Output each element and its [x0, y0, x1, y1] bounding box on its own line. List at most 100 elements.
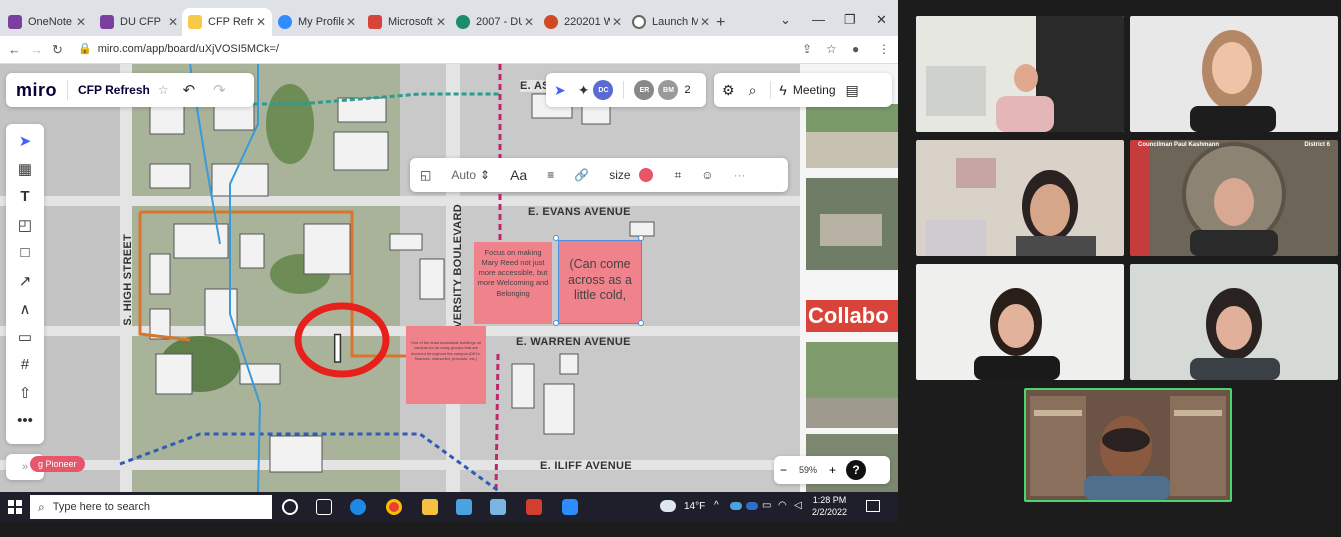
text-tool-icon[interactable]: T — [6, 188, 44, 205]
forward-icon[interactable]: → — [30, 42, 43, 57]
video-tile-participant[interactable] — [1130, 264, 1338, 380]
align-icon[interactable]: ≡ — [547, 168, 554, 182]
new-tab-button[interactable]: + — [716, 14, 725, 32]
settings-sliders-icon[interactable]: ⚙ — [722, 82, 735, 99]
redo-icon[interactable]: ↷ — [213, 81, 226, 99]
tab-my-profile[interactable]: My Profile ✕ — [272, 8, 362, 36]
tab-microsoft[interactable]: Microsoft ✕ — [362, 8, 452, 36]
board-title[interactable]: CFP Refresh — [78, 83, 150, 97]
templates-icon[interactable]: ▦ — [6, 160, 44, 178]
video-tile-participant[interactable] — [916, 16, 1124, 132]
video-tile-councilman[interactable]: Councilman Paul Kashmann District 6 — [1130, 140, 1338, 256]
close-icon[interactable]: ✕ — [168, 15, 178, 29]
close-icon[interactable]: ✕ — [76, 15, 86, 29]
video-tile-participant[interactable] — [1130, 16, 1338, 132]
color-swatch[interactable] — [638, 168, 653, 182]
video-tile-active-speaker[interactable] — [1024, 388, 1232, 502]
more-tools-icon[interactable]: ••• — [6, 412, 44, 429]
close-icon[interactable]: ✕ — [346, 15, 356, 29]
url-field[interactable]: 🔒 miro.com/app/board/uXjVOSI5MCk=/ — [78, 42, 279, 55]
close-icon[interactable]: ✕ — [700, 15, 710, 29]
tab-du-cfp[interactable]: DU CFP ✕ — [94, 8, 184, 36]
app-icon[interactable] — [456, 499, 472, 515]
notes-icon[interactable]: ▤ — [846, 82, 859, 99]
sticky-note-icon[interactable]: ◰ — [6, 216, 44, 234]
windows-start-icon[interactable] — [8, 500, 22, 514]
connector-icon[interactable]: ↗ — [6, 272, 44, 290]
lightning-icon[interactable]: ϟ — [779, 82, 786, 98]
sticky-shape-icon[interactable]: ◱ — [420, 168, 431, 182]
comment-icon[interactable]: ▭ — [6, 328, 44, 346]
sticky-note-accessibility[interactable]: One of the least accessible buildings on… — [406, 326, 486, 404]
acrobat-icon[interactable] — [526, 499, 542, 515]
close-icon[interactable]: ✕ — [436, 15, 446, 29]
video-tile-participant[interactable] — [916, 264, 1124, 380]
tab-220201[interactable]: 220201 W ✕ — [538, 8, 628, 36]
emoji-icon[interactable]: ☺ — [701, 168, 713, 182]
back-icon[interactable]: ← — [8, 42, 21, 57]
share-icon[interactable]: ⇪ — [802, 42, 812, 56]
link-icon[interactable]: 🔗 — [574, 168, 589, 182]
notification-icon[interactable] — [866, 500, 880, 512]
sticky-note-welcoming[interactable]: Focus on making Mary Reed not just more … — [474, 242, 552, 324]
tab-2007-du[interactable]: 2007 - DU ✕ — [450, 8, 540, 36]
weather-temp[interactable]: 14°F — [684, 501, 705, 512]
select-tool-icon[interactable]: ➤ — [6, 132, 44, 150]
folder-icon[interactable] — [422, 499, 438, 515]
cortana-icon[interactable] — [282, 499, 298, 515]
resize-handle[interactable] — [638, 235, 644, 241]
zoom-out-button[interactable]: − — [780, 463, 787, 477]
avatar[interactable]: ER — [634, 80, 655, 100]
chrome-icon[interactable] — [386, 499, 402, 515]
onedrive-icon[interactable] — [730, 502, 742, 510]
frame-icon[interactable]: # — [6, 356, 44, 373]
miro-board-canvas[interactable]: I Collabo E. AS E. EVANS AVENUE E. WARRE… — [0, 64, 898, 492]
tab-cfp-refresh[interactable]: CFP Refresh ✕ — [182, 8, 272, 36]
font-size-mode[interactable]: Auto — [451, 168, 476, 182]
edge-icon[interactable] — [350, 499, 366, 515]
volume-icon[interactable]: ◁ — [794, 500, 802, 511]
tab-search-icon[interactable]: ⌄ — [780, 12, 791, 28]
onedrive-business-icon[interactable] — [746, 502, 758, 510]
sticky-note-selected[interactable]: (Can come across as a little cold, — [558, 240, 642, 324]
calculator-icon[interactable] — [490, 499, 506, 515]
miro-logo[interactable]: miro — [16, 80, 57, 101]
avatar[interactable]: DC — [593, 80, 614, 100]
cursor-icon[interactable]: ➤ — [554, 82, 566, 99]
tag-icon[interactable]: ⌗ — [675, 168, 682, 183]
network-icon[interactable]: ▭ — [762, 500, 771, 511]
stepper-icon[interactable]: ⇕ — [480, 168, 490, 182]
taskbar-clock[interactable]: 1:28 PM 2/2/2022 — [812, 494, 847, 518]
chevron-up-icon[interactable]: ^ — [714, 500, 719, 511]
bookmark-star-icon[interactable]: ☆ — [826, 42, 837, 56]
search-icon[interactable]: ⌕ — [749, 82, 757, 99]
zoom-app-icon[interactable] — [562, 499, 578, 515]
avatar[interactable]: BM — [658, 80, 679, 100]
resize-handle[interactable] — [638, 320, 644, 326]
video-tile-participant[interactable] — [916, 140, 1124, 256]
favorite-star-icon[interactable]: ☆ — [158, 83, 169, 97]
close-icon[interactable]: ✕ — [612, 15, 622, 29]
close-window-button[interactable]: ✕ — [876, 12, 887, 28]
undo-icon[interactable]: ↶ — [183, 81, 196, 99]
celebrate-icon[interactable]: ✦ — [578, 82, 590, 99]
pen-icon[interactable]: ∧ — [6, 300, 44, 318]
zoom-level[interactable]: 59% — [799, 465, 817, 475]
meeting-button[interactable]: Meeting — [793, 83, 836, 97]
more-icon[interactable]: ··· — [734, 168, 746, 182]
resize-handle[interactable] — [553, 320, 559, 326]
weather-icon[interactable] — [660, 500, 676, 512]
resize-handle[interactable] — [553, 235, 559, 241]
zoom-in-button[interactable]: + — [829, 463, 836, 477]
profile-icon[interactable]: ● — [852, 42, 859, 56]
participant-count[interactable]: 2 — [684, 84, 690, 96]
tab-launch-meeting[interactable]: Launch Me ✕ — [626, 8, 716, 36]
reload-icon[interactable]: ↻ — [52, 42, 63, 58]
minimize-button[interactable]: — — [812, 12, 825, 27]
close-icon[interactable]: ✕ — [524, 15, 534, 29]
kebab-menu-icon[interactable]: ⋮ — [878, 42, 890, 56]
size-label[interactable]: size — [609, 168, 630, 182]
shape-icon[interactable]: □ — [6, 244, 44, 261]
font-icon[interactable]: Aa — [510, 167, 527, 183]
tab-onenote[interactable]: OneNote ✕ — [2, 8, 92, 36]
